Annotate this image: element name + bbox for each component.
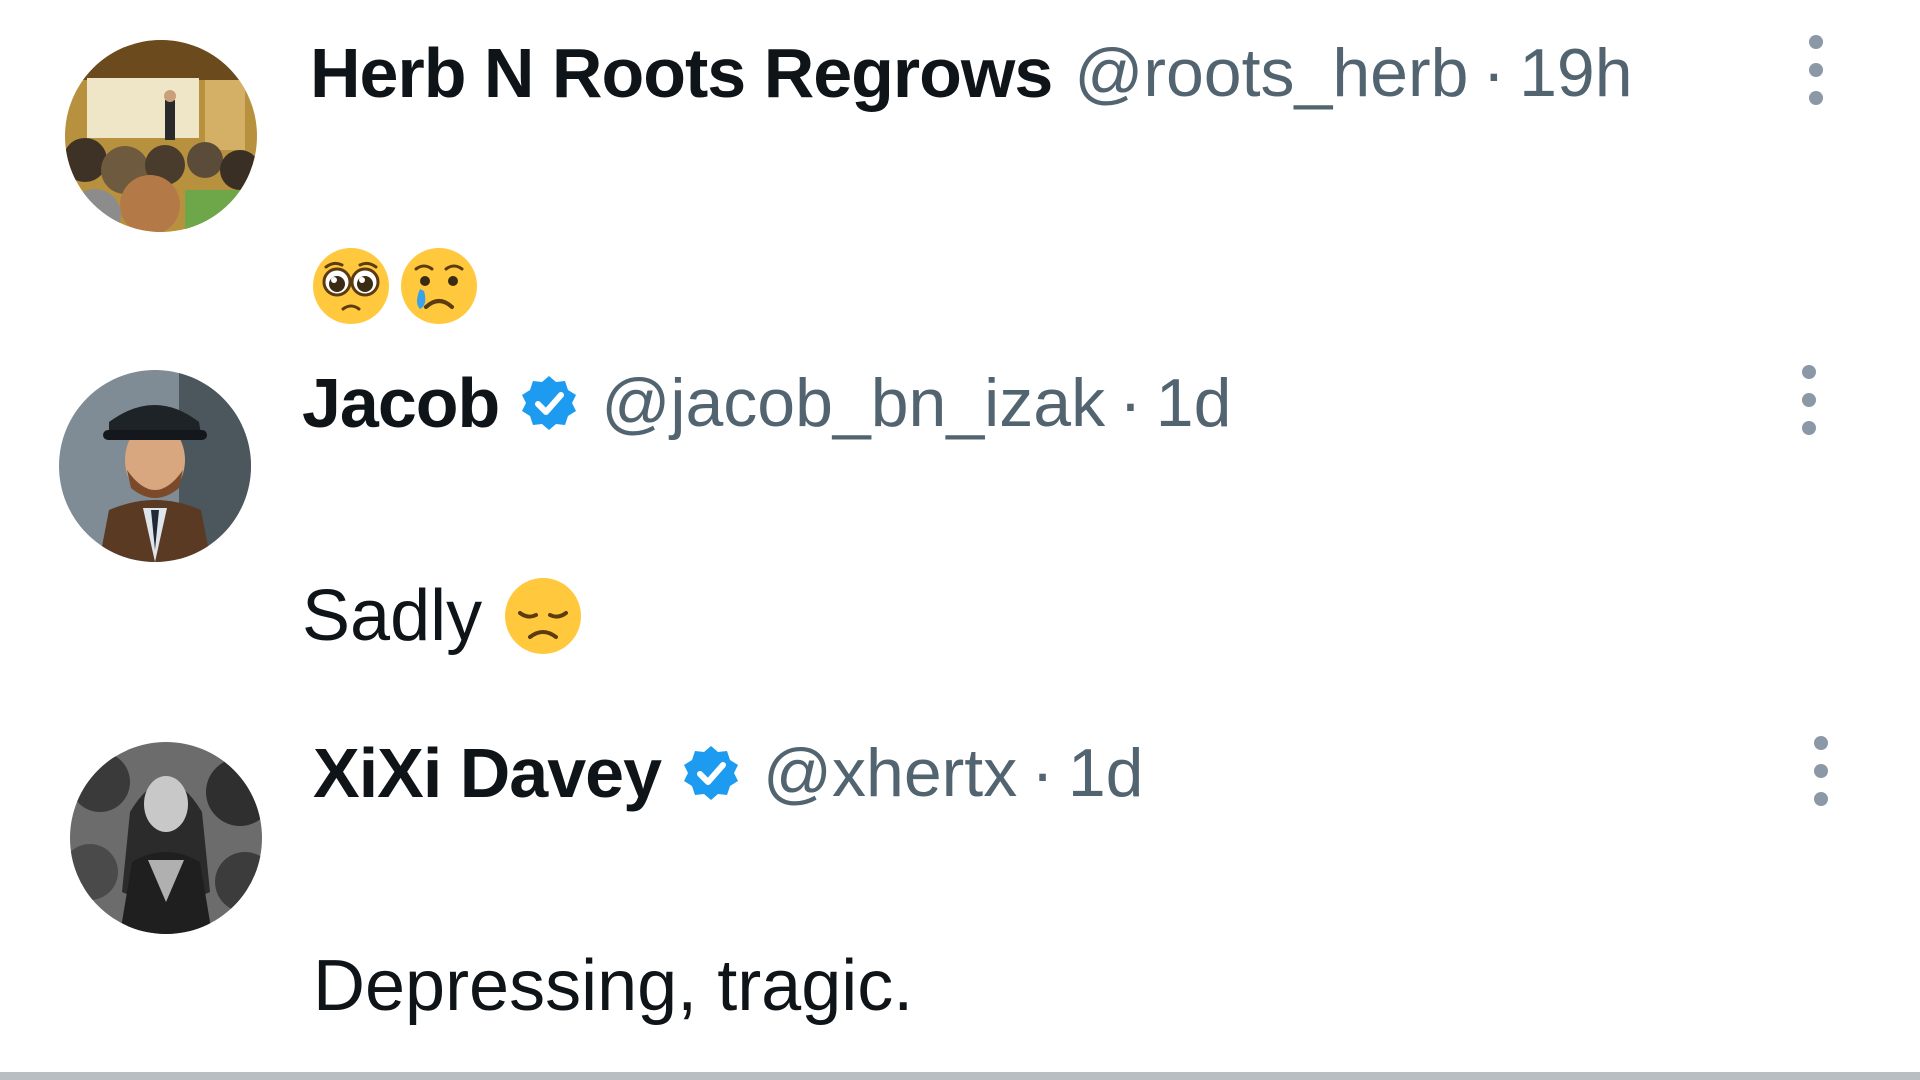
more-options-icon[interactable] bbox=[1804, 32, 1828, 108]
user-handle[interactable]: @jacob_bn_izak bbox=[601, 369, 1105, 437]
verified-badge-icon[interactable] bbox=[681, 743, 741, 803]
reply-text-content: Sadly bbox=[302, 576, 483, 656]
user-handle[interactable]: @roots_herb bbox=[1074, 39, 1468, 107]
bottom-divider bbox=[0, 1072, 1920, 1080]
avatar[interactable] bbox=[65, 40, 257, 232]
disappointed-face-emoji bbox=[505, 578, 582, 654]
reply-header: XiXi Davey @xhertx · 1d bbox=[313, 738, 1144, 808]
reply-header: Jacob @jacob_bn_izak · 1d bbox=[302, 368, 1231, 438]
separator-dot: · bbox=[1119, 365, 1142, 441]
timestamp[interactable]: 1d bbox=[1068, 739, 1144, 807]
separator-dot: · bbox=[1031, 735, 1054, 811]
woman-black-and-white-photo bbox=[70, 742, 262, 934]
reply-text bbox=[310, 244, 480, 328]
display-name[interactable]: Jacob bbox=[302, 368, 500, 438]
man-in-flat-cap-photo bbox=[59, 370, 251, 562]
lecture-audience-photo bbox=[65, 40, 257, 232]
reply-text: Depressing, tragic. bbox=[313, 944, 913, 1028]
timestamp[interactable]: 19h bbox=[1519, 39, 1632, 107]
reply-text-content: Depressing, tragic. bbox=[313, 946, 914, 1026]
user-handle[interactable]: @xhertx bbox=[763, 739, 1017, 807]
replies-feed: Herb N Roots Regrows @roots_herb · 19h J… bbox=[0, 0, 1920, 1080]
timestamp[interactable]: 1d bbox=[1156, 369, 1232, 437]
separator-dot: · bbox=[1482, 35, 1506, 111]
display-name[interactable]: Herb N Roots Regrows bbox=[310, 38, 1053, 108]
more-options-icon[interactable] bbox=[1797, 362, 1821, 438]
pleading-face-emoji bbox=[313, 248, 389, 324]
display-name[interactable]: XiXi Davey bbox=[313, 738, 662, 808]
avatar[interactable] bbox=[59, 370, 251, 562]
verified-badge-icon[interactable] bbox=[519, 373, 579, 433]
more-options-icon[interactable] bbox=[1809, 733, 1833, 809]
reply-text: Sadly bbox=[302, 574, 584, 658]
avatar[interactable] bbox=[70, 742, 262, 934]
crying-face-emoji bbox=[401, 248, 477, 324]
reply-header: Herb N Roots Regrows @roots_herb · 19h bbox=[310, 38, 1633, 108]
